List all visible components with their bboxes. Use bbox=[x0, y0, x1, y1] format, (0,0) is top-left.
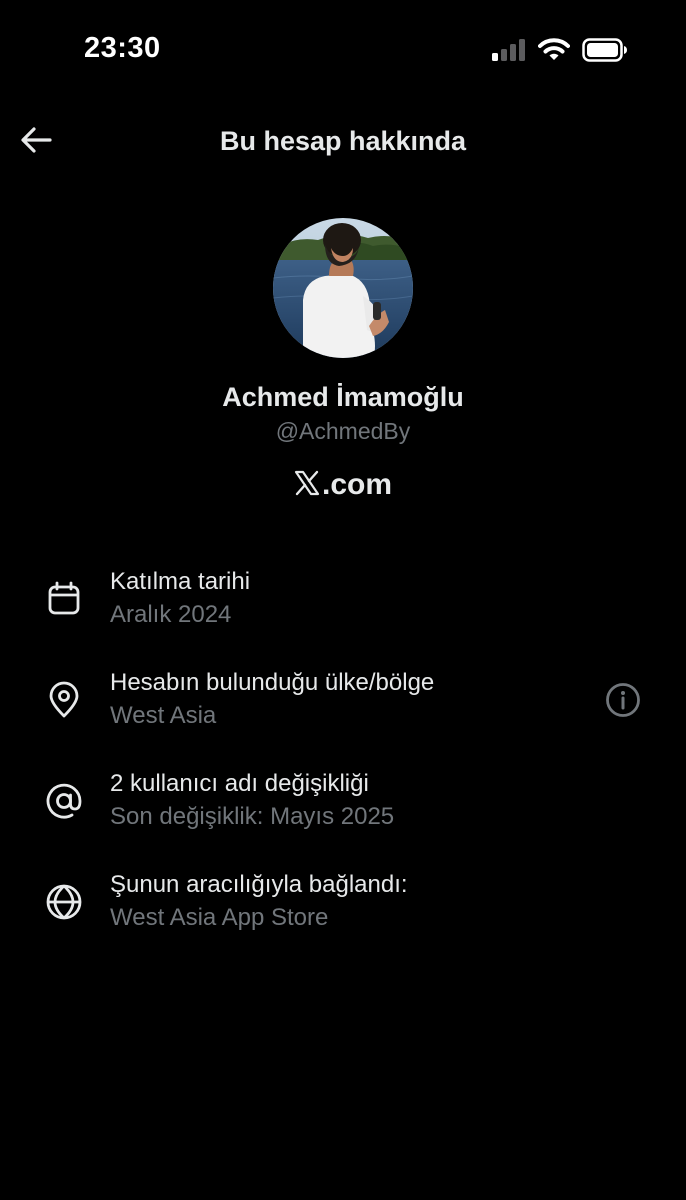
info-subtitle: West Asia bbox=[110, 702, 217, 729]
calendar-icon bbox=[43, 578, 85, 620]
info-item-join-date: Katılma tarihi Aralık 2024 bbox=[0, 562, 686, 663]
status-icons bbox=[492, 38, 628, 67]
top-bar: Bu hesap hakkında bbox=[0, 110, 686, 174]
platform-label: .com bbox=[0, 468, 686, 502]
handle: @AchmedBy bbox=[275, 418, 411, 444]
info-title: Katılma tarihi bbox=[110, 568, 251, 595]
platform-suffix: .com bbox=[321, 468, 393, 501]
battery-icon bbox=[582, 38, 628, 67]
status-time: 23:30 bbox=[84, 32, 161, 64]
page-title: Bu hesap hakkında bbox=[219, 126, 467, 156]
info-title: 2 kullanıcı adı değişikliği bbox=[110, 770, 369, 797]
info-text: Hesabın bulunduğu ülke/bölge West Asia bbox=[110, 667, 434, 733]
wifi-icon bbox=[538, 38, 570, 67]
x-logo-icon bbox=[294, 470, 320, 501]
info-text: Katılma tarihi Aralık 2024 bbox=[110, 566, 250, 632]
location-pin-icon bbox=[43, 679, 85, 721]
info-title: Şunun aracılığıyla bağlandı: bbox=[110, 871, 408, 898]
info-item-username-changes: 2 kullanıcı adı değişikliği Son değişikl… bbox=[0, 764, 686, 865]
info-subtitle: West Asia App Store bbox=[110, 904, 329, 931]
info-text: 2 kullanıcı adı değişikliği Son değişikl… bbox=[110, 768, 394, 834]
info-subtitle: Aralık 2024 bbox=[110, 601, 232, 628]
signal-icon bbox=[492, 39, 526, 66]
info-item-connected-via: Şunun aracılığıyla bağlandı: West Asia A… bbox=[0, 865, 686, 966]
info-title: Hesabın bulunduğu ülke/bölge bbox=[110, 669, 435, 696]
info-item-location: Hesabın bulunduğu ülke/bölge West Asia bbox=[0, 663, 686, 764]
status-bar: 23:30 bbox=[0, 0, 686, 100]
globe-icon bbox=[43, 881, 85, 923]
location-info-button[interactable] bbox=[604, 682, 642, 723]
profile-section: Achmed İmamoğlu @AchmedBy .com bbox=[0, 218, 686, 502]
avatar[interactable] bbox=[273, 218, 413, 358]
info-text: Şunun aracılığıyla bağlandı: West Asia A… bbox=[110, 869, 408, 935]
info-subtitle: Son değişiklik: Mayıs 2025 bbox=[110, 803, 395, 830]
info-icon bbox=[605, 682, 641, 723]
info-list: Katılma tarihi Aralık 2024 Hesabın bulun… bbox=[0, 562, 686, 966]
at-sign-icon bbox=[43, 780, 85, 822]
display-name: Achmed İmamoğlu bbox=[222, 382, 464, 412]
